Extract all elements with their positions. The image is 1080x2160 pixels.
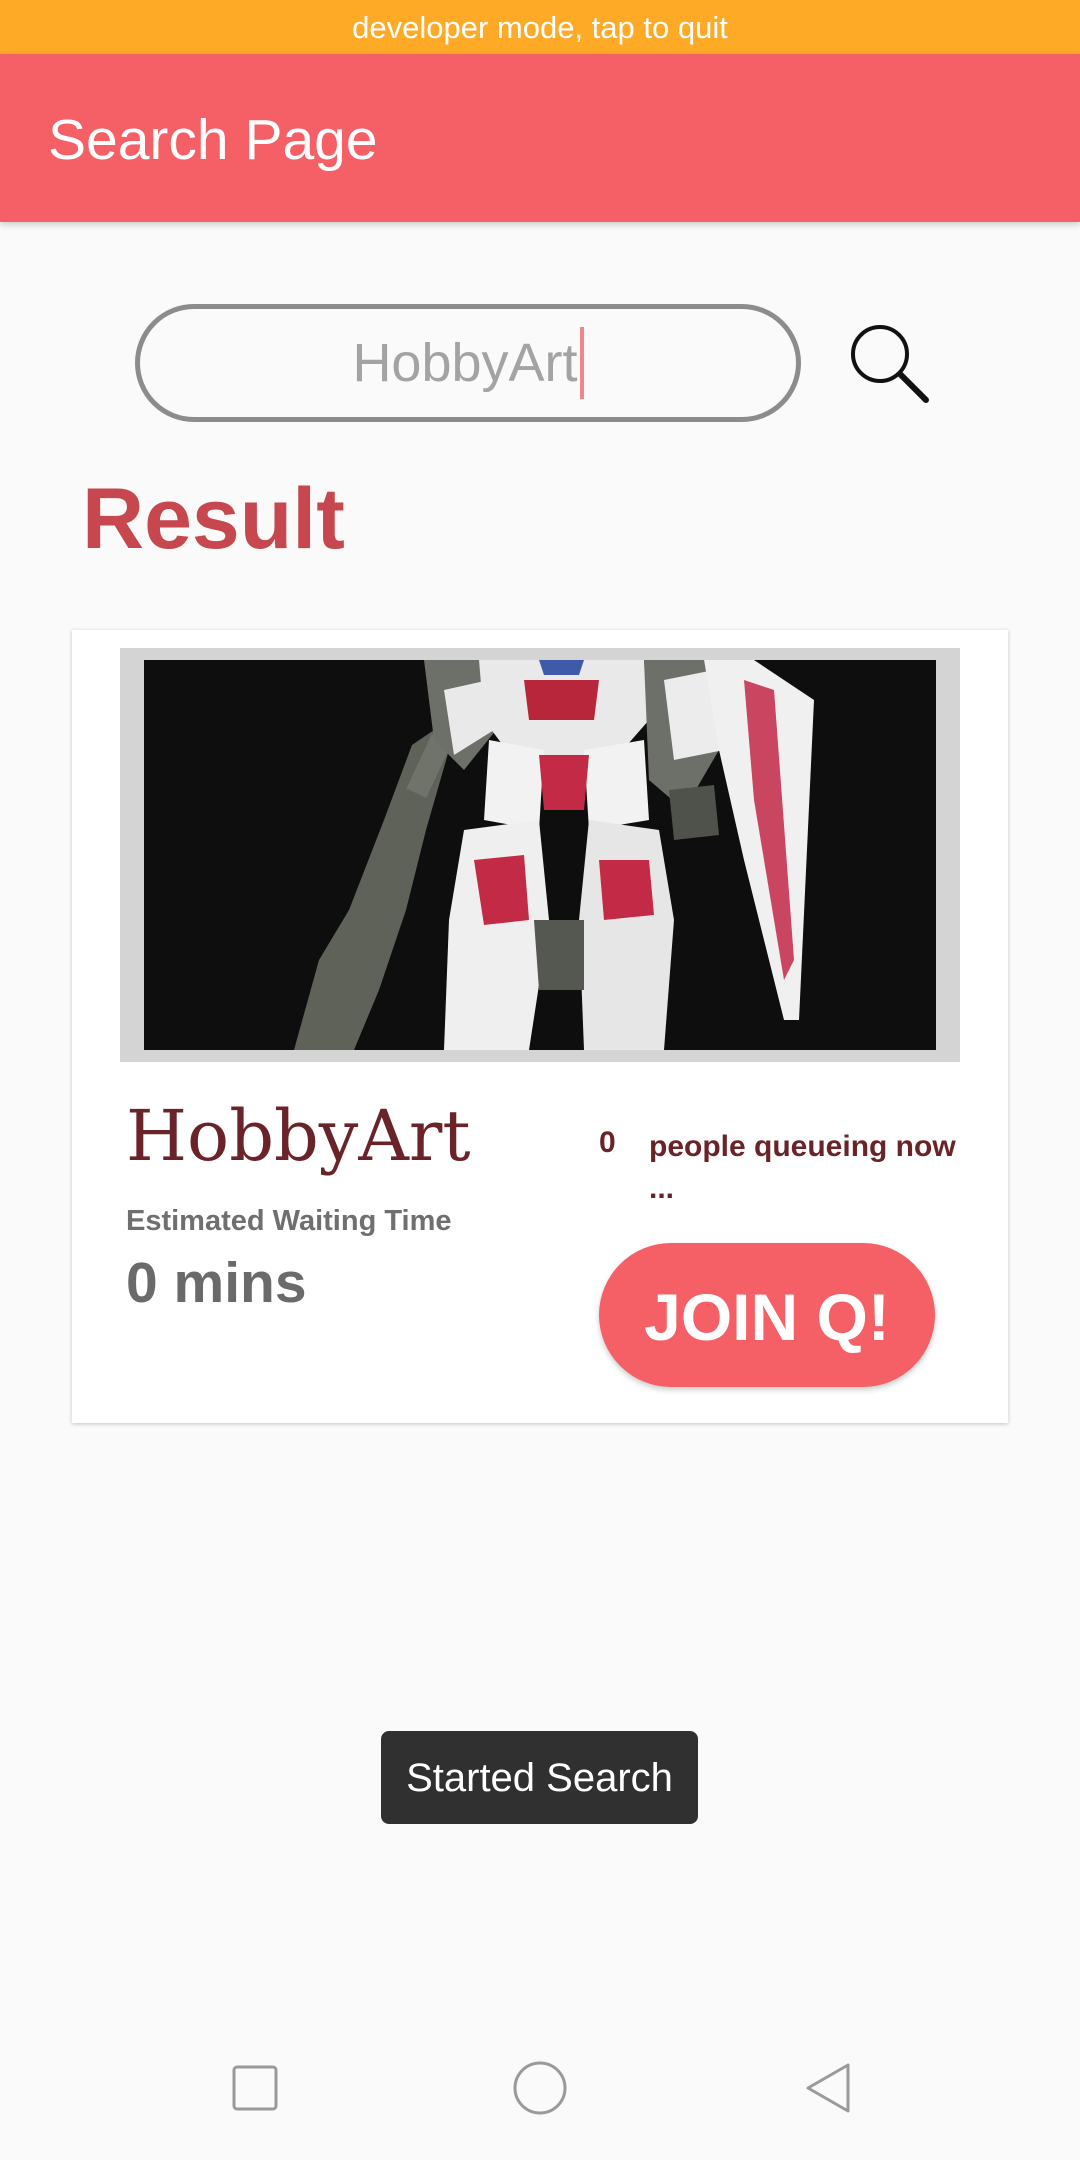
estimated-waiting-time-value: 0 mins: [126, 1251, 307, 1315]
search-input[interactable]: HobbyArt: [135, 304, 801, 422]
queue-count: 0: [599, 1126, 616, 1159]
result-heading: Result: [82, 471, 345, 567]
search-input-value: HobbyArt: [352, 333, 578, 393]
robot-figure-illustration: [144, 660, 936, 1050]
toast-message: Started Search: [381, 1731, 698, 1824]
queue-status-text: people queueing now ...: [649, 1130, 956, 1205]
circle-icon: [513, 2061, 567, 2115]
system-navigation-bar: [0, 2016, 1080, 2160]
back-button[interactable]: [792, 2052, 864, 2124]
page-title: Search Page: [48, 108, 378, 172]
result-card: HobbyArt Estimated Waiting Time 0 mins 0…: [72, 630, 1008, 1423]
triangle-back-icon: [806, 2063, 850, 2113]
text-cursor: [579, 327, 584, 399]
estimated-waiting-time-label: Estimated Waiting Time: [126, 1205, 452, 1237]
search-icon: [851, 325, 929, 403]
shop-name: HobbyArt: [126, 1095, 471, 1177]
shop-image-frame: [120, 648, 960, 1062]
app-bar: Search Page: [0, 54, 1080, 222]
recents-button[interactable]: [219, 2052, 291, 2124]
home-button[interactable]: [504, 2052, 576, 2124]
square-icon: [232, 2065, 278, 2111]
join-queue-button[interactable]: JOIN Q!: [599, 1243, 935, 1387]
developer-mode-banner[interactable]: developer mode, tap to quit: [0, 0, 1080, 54]
search-button[interactable]: [848, 322, 932, 406]
shop-image: [144, 660, 936, 1050]
